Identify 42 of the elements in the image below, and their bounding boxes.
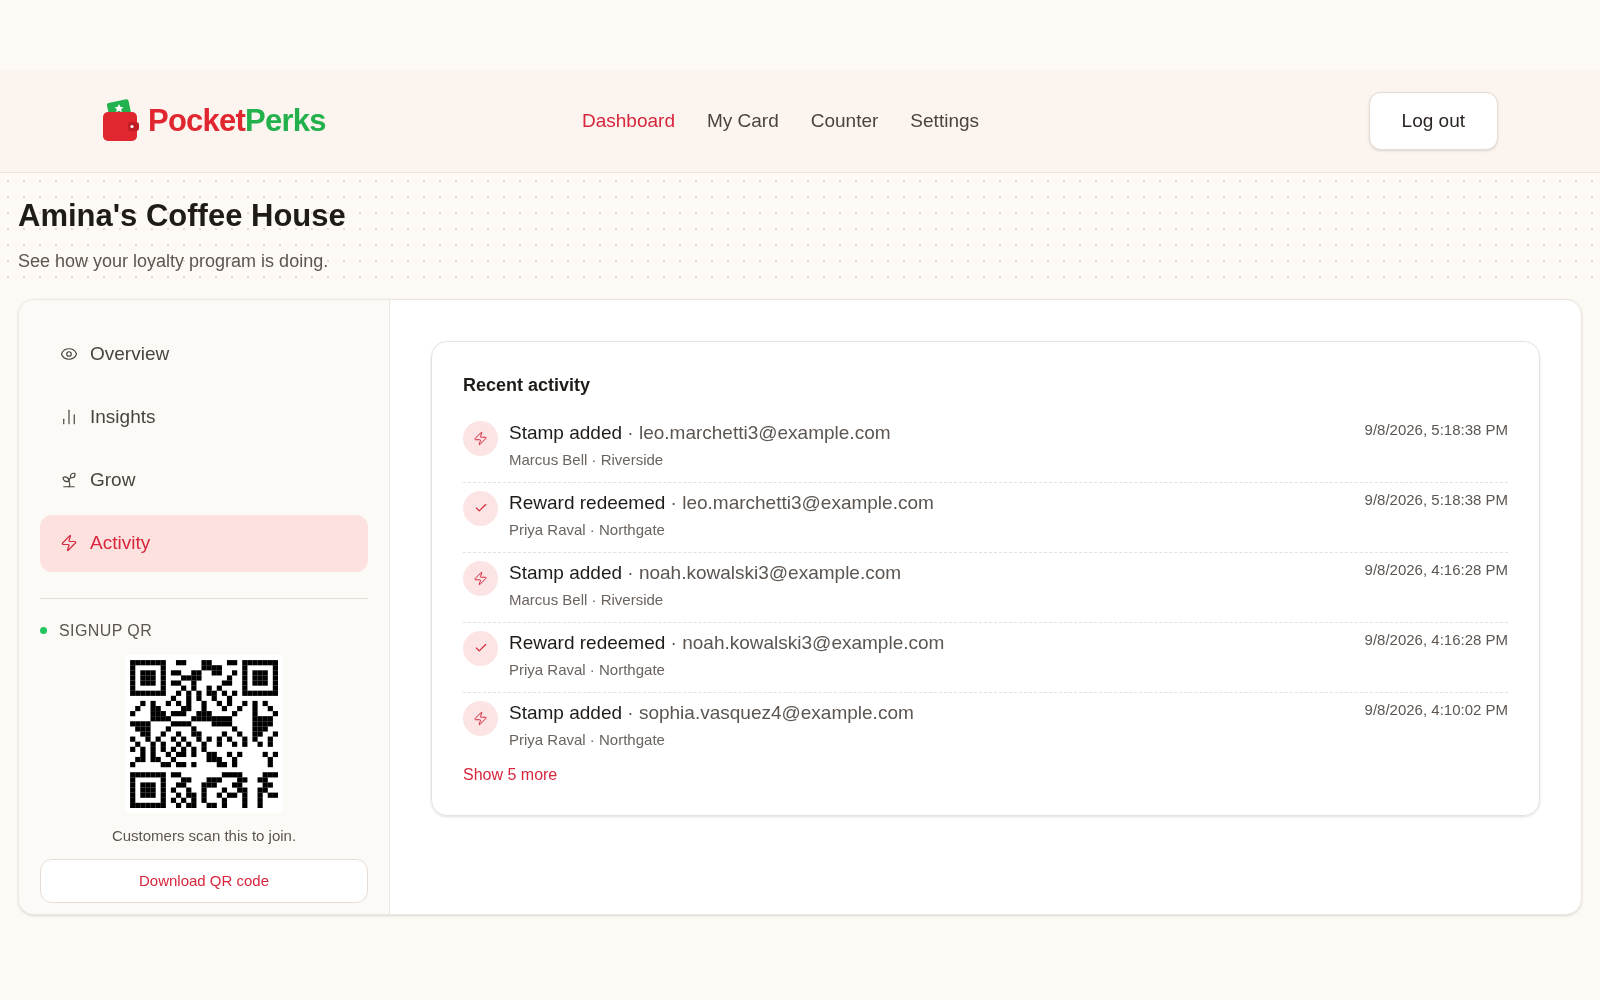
activity-time: 9/8/2026, 5:18:38 PM <box>1364 489 1508 510</box>
activity-title: Stamp added · sophia.vasquez4@example.com <box>509 700 915 725</box>
activity-meta: Priya Raval · Northgate <box>509 660 666 680</box>
activity-meta: Priya Raval · Northgate <box>509 730 666 750</box>
sprout-icon <box>60 471 78 489</box>
sidebar-item[interactable]: Activity <box>40 514 368 572</box>
sidebar-item[interactable]: Insights <box>40 388 368 446</box>
lightning-badge <box>463 560 498 596</box>
activity-time: 9/8/2026, 5:18:38 PM <box>1364 419 1508 440</box>
nav-link[interactable]: Counter <box>810 106 879 136</box>
lightning-badge <box>463 700 498 736</box>
eye-icon <box>60 345 78 363</box>
download-qr-button[interactable]: Download QR code <box>40 859 368 903</box>
show-more-link[interactable]: Show 5 more <box>463 765 558 783</box>
check-badge <box>463 630 498 666</box>
card-title: Recent activity <box>463 373 592 397</box>
sidebar-item[interactable]: Overview <box>40 325 368 383</box>
page-subtitle: See how your loyalty program is doing. <box>18 249 330 273</box>
activity-title: Stamp added · noah.kowalski3@example.com <box>509 560 903 585</box>
lightning-badge <box>463 420 498 456</box>
nav-link[interactable]: Dashboard <box>582 106 675 136</box>
qr-caption: Customers scan this to join. <box>110 825 298 846</box>
nav-link[interactable]: Settings <box>910 106 979 136</box>
nav-link[interactable]: My Card <box>706 106 779 136</box>
qr-heading: SIGNUP QR <box>59 620 153 641</box>
check-badge <box>463 490 498 526</box>
sidebar-item[interactable]: Grow <box>40 451 368 509</box>
activity-meta: Marcus Bell · Riverside <box>509 590 665 610</box>
brand-name: PocketPerks <box>148 101 326 140</box>
activity-time: 9/8/2026, 4:16:28 PM <box>1364 629 1508 650</box>
logout-button[interactable]: Log out <box>1368 92 1498 150</box>
lightning-icon <box>60 534 78 552</box>
activity-meta: Marcus Bell · Riverside <box>509 450 665 470</box>
activity-title: Stamp added · leo.marchetti3@example.com <box>509 420 892 445</box>
wallet-logo-icon <box>102 99 140 143</box>
activity-time: 9/8/2026, 4:16:28 PM <box>1364 559 1508 580</box>
activity-meta: Priya Raval · Northgate <box>509 520 666 540</box>
bar-chart-icon <box>60 408 78 426</box>
activity-title: Reward redeemed · leo.marchetti3@example.com <box>509 490 935 515</box>
activity-title: Reward redeemed · noah.kowalski3@example.com <box>509 630 946 655</box>
activity-time: 9/8/2026, 4:10:02 PM <box>1364 699 1508 720</box>
page-title: Amina's Coffee House <box>18 197 347 235</box>
